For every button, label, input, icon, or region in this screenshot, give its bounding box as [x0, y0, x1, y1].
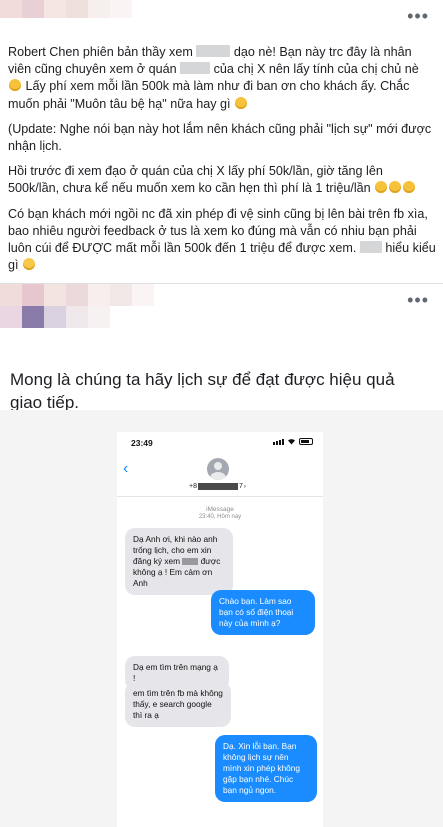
rofl-emoji-icon [389, 181, 402, 194]
post-paragraph-2: (Update: Nghe nói bạn này hot lắm nên kh… [8, 121, 432, 154]
shared-post-caption: Mong là chúng ta hãy lịch sự để đạt được… [10, 370, 395, 412]
header-divider [117, 496, 323, 497]
message-timestamp: 23:40, Hôm nay [198, 514, 242, 520]
signal-icon [273, 438, 284, 445]
message-bubble-incoming: em tìm trên fb mà không thấy, e search g… [125, 682, 231, 727]
redaction [196, 45, 231, 57]
post-paragraph-1: Robert Chen phiên bản thầy xem dạo nè! B… [8, 45, 419, 111]
rofl-emoji-icon [235, 96, 248, 109]
post-header-blurred [0, 0, 443, 38]
battery-icon [299, 438, 313, 445]
status-icons [273, 438, 313, 445]
post-options-button[interactable]: ••• [407, 6, 429, 27]
sms-screenshot: 23:49 ‹ +8 7 › iMessage 23:40, Hôm nay D… [117, 432, 323, 827]
status-time: 23:49 [131, 438, 153, 448]
redaction [180, 62, 211, 75]
contact-number: +8 7 › [189, 483, 246, 490]
shared-post-options-button[interactable]: ••• [407, 290, 429, 311]
contact-avatar [207, 458, 229, 480]
post-paragraph-4: Có bạn khách mới ngồi nc đã xin phép đi … [8, 206, 436, 273]
rofl-emoji-icon [403, 181, 416, 194]
redaction [182, 558, 199, 565]
post-paragraph-3: Hồi trước đi xem đạo ở quán của chị X lấ… [8, 163, 436, 197]
message-bubble-outgoing: Dạ. Xin lỗi bạn. Bạn không lịch sự nên m… [215, 735, 317, 802]
blurred-author [0, 0, 132, 18]
rofl-emoji-icon [375, 181, 388, 194]
post-body: Robert Chen phiên bản thầy xem dạo nè! B… [8, 44, 436, 282]
message-bubble-incoming: Dạ Anh ơi, khi nào anh trống lịch, cho e… [125, 528, 233, 595]
blurred-shared-author [0, 284, 154, 306]
rofl-emoji-icon [9, 79, 21, 92]
back-chevron-icon: ‹ [123, 460, 129, 477]
sad-face-emoji-icon [23, 258, 36, 271]
redaction [359, 241, 382, 254]
wifi-icon [288, 439, 295, 445]
service-label: iMessage [206, 506, 234, 513]
message-bubble-outgoing: Chào bạn. Làm sao bạn có số điện thoại n… [211, 590, 315, 635]
redaction [197, 483, 238, 490]
chevron-right-icon: › [243, 483, 246, 490]
shared-post-header-blurred [0, 284, 443, 332]
